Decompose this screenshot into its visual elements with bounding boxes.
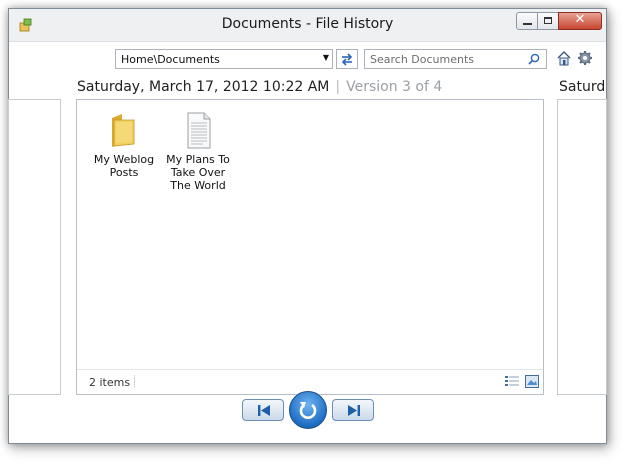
search-placeholder: Search Documents xyxy=(370,53,475,66)
close-button[interactable]: ✕ xyxy=(558,12,602,30)
list-item-folder[interactable]: My Weblog Posts xyxy=(89,110,159,179)
close-icon: ✕ xyxy=(574,12,586,27)
details-view-icon[interactable] xyxy=(505,375,519,388)
skip-back-icon xyxy=(258,405,270,416)
next-version-panel[interactable] xyxy=(557,99,607,395)
item-label: My Plans To Take Over The World xyxy=(166,153,230,192)
search-field[interactable]: Search Documents xyxy=(364,49,547,69)
version-header: Saturday, March 17, 2012 10:22 AM | Versio… xyxy=(77,79,442,95)
maximize-icon xyxy=(544,17,552,24)
refresh-icon xyxy=(341,53,353,66)
toolbar: Home\Documents ▼ Search Documents xyxy=(9,45,606,73)
version-number: Version 3 of 4 xyxy=(346,79,443,95)
previous-version-button[interactable] xyxy=(242,399,284,421)
address-text: Home\Documents xyxy=(121,53,220,66)
file-history-window: Documents - File History ✕ Home\Document… xyxy=(8,8,607,444)
restore-icon xyxy=(299,402,317,419)
item-label: My Weblog Posts xyxy=(93,153,155,179)
address-dropdown-icon[interactable]: ▼ xyxy=(323,53,329,62)
next-version-date: Saturd xyxy=(559,79,606,95)
minimize-button[interactable] xyxy=(516,12,538,30)
address-bar[interactable]: Home\Documents ▼ xyxy=(115,49,333,69)
current-version-panel: My Weblog Posts My Plans To Take Over Th… xyxy=(76,99,544,395)
maximize-button[interactable] xyxy=(537,12,559,30)
large-icons-view-icon[interactable] xyxy=(525,375,539,388)
restore-button[interactable] xyxy=(289,391,327,429)
home-icon[interactable] xyxy=(556,50,572,66)
search-icon[interactable] xyxy=(528,53,540,65)
minimize-icon xyxy=(523,23,532,25)
gear-icon[interactable] xyxy=(577,50,593,66)
skip-forward-icon xyxy=(348,405,360,416)
next-version-button[interactable] xyxy=(332,399,374,421)
refresh-button[interactable] xyxy=(336,49,358,69)
header-separator: | xyxy=(335,79,341,95)
item-count: 2 items xyxy=(89,376,131,389)
document-icon xyxy=(187,112,211,149)
list-item-document[interactable]: My Plans To Take Over The World xyxy=(163,110,233,192)
folder-icon xyxy=(112,114,135,147)
status-separator xyxy=(134,375,135,388)
version-date: Saturday, March 17, 2012 10:22 AM xyxy=(77,79,330,95)
title-bar: Documents - File History ✕ xyxy=(9,9,606,42)
previous-version-panel[interactable] xyxy=(8,99,61,395)
